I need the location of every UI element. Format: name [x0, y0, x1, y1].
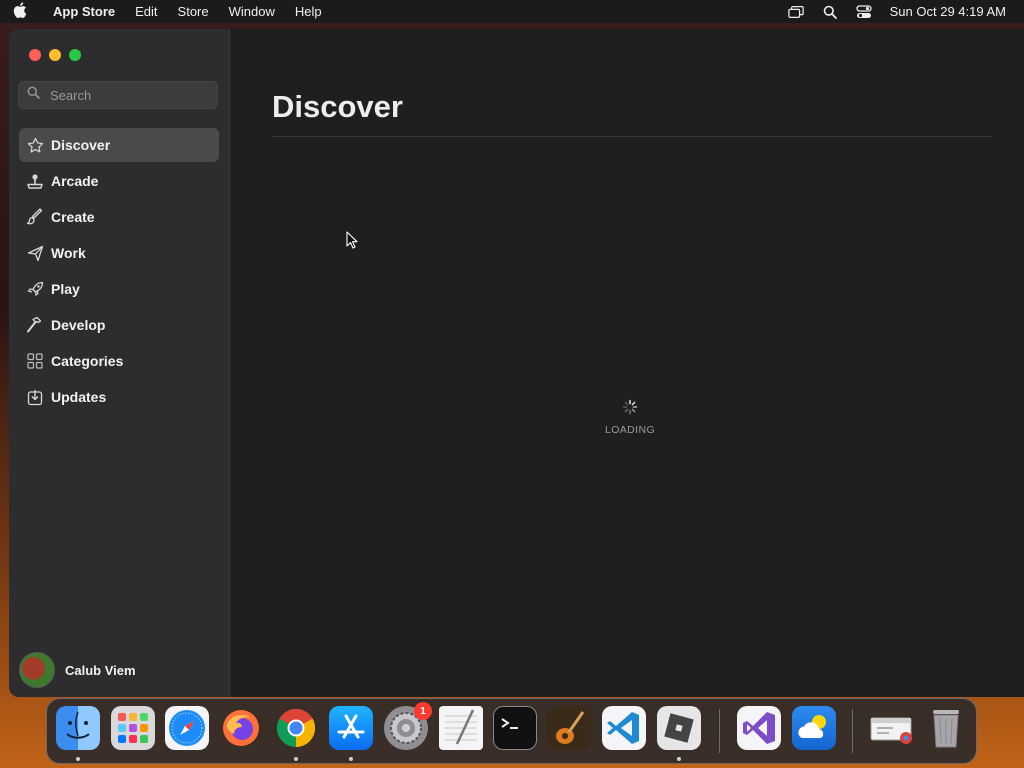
- search-icon: [27, 86, 40, 104]
- close-window-button[interactable]: [29, 49, 41, 61]
- launchpad-icon[interactable]: [111, 706, 155, 750]
- sidebar-item-develop[interactable]: Develop: [19, 308, 219, 342]
- menu-bar: App Store Edit Store Window Help Sun Oct…: [0, 0, 1024, 23]
- app-store-window: Discover Arcade Create Work: [9, 29, 1024, 697]
- menu-app-name[interactable]: App Store: [40, 0, 125, 23]
- sidebar-item-label: Develop: [51, 317, 106, 333]
- minimize-window-button[interactable]: [49, 49, 61, 61]
- joystick-icon: [25, 171, 45, 191]
- weather-icon[interactable]: [792, 706, 836, 750]
- finder-icon[interactable]: [56, 706, 100, 750]
- terminal-icon[interactable]: [493, 706, 537, 750]
- firefox-icon[interactable]: [219, 706, 263, 750]
- window-controls: [29, 49, 81, 61]
- page-title: Discover: [272, 89, 403, 124]
- screen-mirroring-icon[interactable]: [787, 4, 804, 20]
- loading-indicator: LOADING: [600, 399, 660, 436]
- loading-spinner-icon: [622, 399, 638, 419]
- rocket-icon: [25, 279, 45, 299]
- sidebar: Discover Arcade Create Work: [9, 29, 230, 697]
- sidebar-item-arcade[interactable]: Arcade: [19, 164, 219, 198]
- star-icon: [25, 135, 45, 155]
- sidebar-item-label: Create: [51, 209, 95, 225]
- menu-window[interactable]: Window: [219, 0, 285, 23]
- running-indicator: [349, 757, 353, 761]
- sidebar-item-label: Updates: [51, 389, 107, 405]
- safari-icon[interactable]: [165, 706, 209, 750]
- title-divider: [272, 136, 992, 137]
- sidebar-item-play[interactable]: Play: [19, 272, 219, 306]
- dock: 1: [46, 698, 977, 764]
- sidebar-item-create[interactable]: Create: [19, 200, 219, 234]
- textedit-icon[interactable]: [439, 706, 483, 750]
- sidebar-item-label: Play: [51, 281, 80, 297]
- account-profile[interactable]: Calub Viem: [19, 652, 136, 688]
- menu-bar-clock[interactable]: Sun Oct 29 4:19 AM: [890, 4, 1006, 19]
- search-field[interactable]: [18, 81, 218, 109]
- trash-icon[interactable]: [924, 706, 968, 750]
- chrome-apps-folder-icon[interactable]: [869, 706, 913, 750]
- garageband-icon[interactable]: [547, 706, 591, 750]
- apple-menu-icon[interactable]: [0, 1, 40, 22]
- sidebar-item-categories[interactable]: Categories: [19, 344, 219, 378]
- control-center-icon[interactable]: [855, 4, 872, 20]
- chrome-icon[interactable]: [274, 706, 318, 750]
- sidebar-item-label: Work: [51, 245, 86, 261]
- sidebar-nav: Discover Arcade Create Work Play Develop…: [19, 128, 219, 416]
- profile-name[interactable]: Calub Viem: [65, 663, 136, 678]
- paper-plane-icon: [25, 243, 45, 263]
- grid-icon: [25, 351, 45, 371]
- roblox-icon[interactable]: [657, 706, 701, 750]
- notification-badge: 1: [414, 702, 432, 720]
- spotlight-search-icon[interactable]: [822, 4, 838, 20]
- system-settings-icon[interactable]: 1: [384, 702, 432, 750]
- dock-separator: [852, 709, 853, 753]
- main-content: Discover LOADING: [230, 29, 1024, 697]
- menu-edit[interactable]: Edit: [125, 0, 167, 23]
- sidebar-item-updates[interactable]: Updates: [19, 380, 219, 414]
- paintbrush-icon: [25, 207, 45, 227]
- visual-studio-icon[interactable]: [737, 706, 781, 750]
- hammer-icon: [25, 315, 45, 335]
- vscode-icon[interactable]: [602, 706, 646, 750]
- running-indicator: [76, 757, 80, 761]
- sidebar-item-label: Arcade: [51, 173, 99, 189]
- sidebar-item-discover[interactable]: Discover: [19, 128, 219, 162]
- search-input[interactable]: [48, 86, 212, 104]
- sidebar-item-work[interactable]: Work: [19, 236, 219, 270]
- dock-separator: [719, 709, 720, 753]
- running-indicator: [294, 757, 298, 761]
- sidebar-item-label: Categories: [51, 353, 124, 369]
- menu-store[interactable]: Store: [168, 0, 219, 23]
- menu-help[interactable]: Help: [285, 0, 332, 23]
- app-store-icon[interactable]: [329, 706, 373, 750]
- sidebar-item-label: Discover: [51, 137, 111, 153]
- mouse-cursor-icon: [346, 231, 358, 254]
- download-tray-icon: [25, 387, 45, 407]
- loading-label: LOADING: [604, 424, 656, 436]
- zoom-window-button[interactable]: [69, 49, 81, 61]
- running-indicator: [677, 757, 681, 761]
- avatar[interactable]: [19, 652, 55, 688]
